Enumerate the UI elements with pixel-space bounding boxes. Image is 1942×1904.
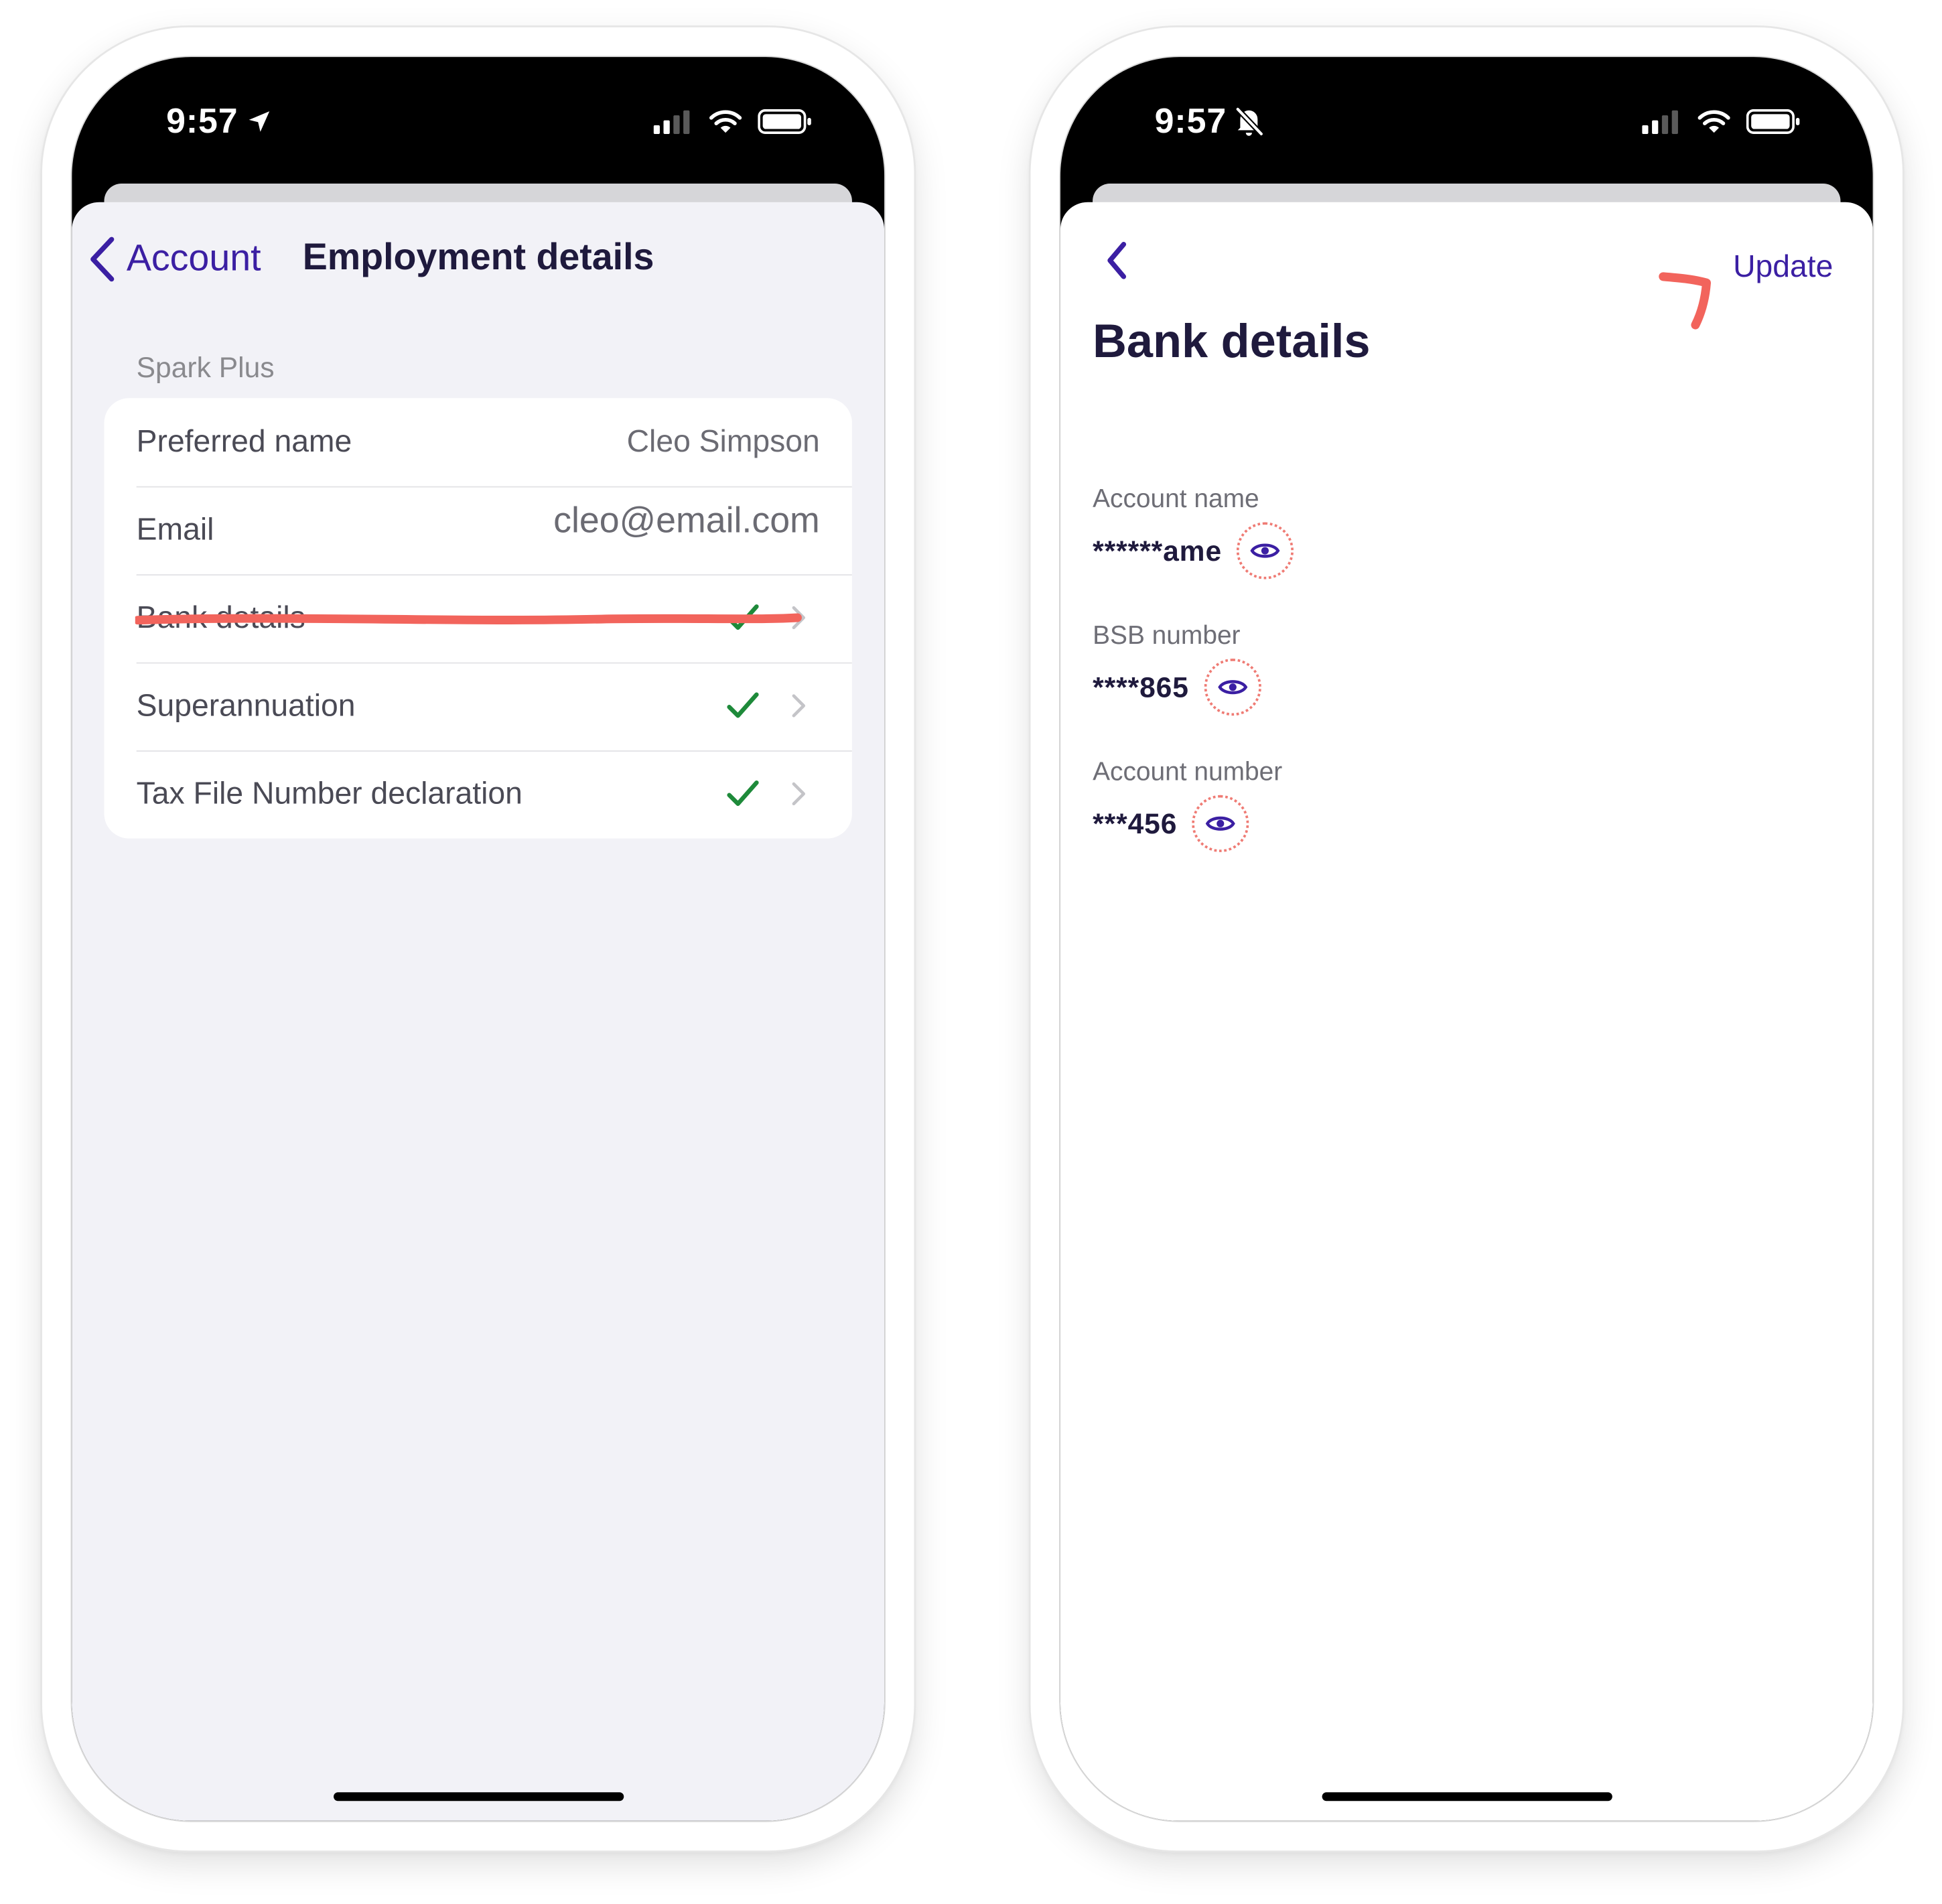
section-header: Spark Plus	[136, 350, 275, 384]
row-label: Preferred name	[136, 424, 352, 460]
row-email: Email cleo@email.com	[105, 486, 852, 574]
home-indicator[interactable]	[1321, 1792, 1612, 1801]
field-account-name: Account name ******ame	[1093, 485, 1294, 580]
back-button[interactable]: Account	[87, 234, 261, 284]
eye-icon	[1217, 680, 1247, 695]
page-title: Bank details	[1093, 316, 1371, 368]
page-title: Employment details	[302, 236, 654, 278]
arrow-annotation	[1659, 272, 1712, 330]
navigation-bar: Account Employment details	[72, 232, 884, 286]
row-label: Email	[136, 512, 214, 547]
reveal-account-name-button[interactable]	[1237, 522, 1294, 580]
battery-icon	[1746, 109, 1800, 134]
screen: 9:57	[72, 57, 885, 1821]
row-value: cleo@email.com	[553, 500, 820, 541]
eye-icon	[1250, 543, 1280, 558]
employment-sheet: Account Employment details Spark Plus Pr…	[72, 202, 885, 1821]
chevron-left-icon	[90, 236, 115, 282]
cellular-signal-icon	[653, 110, 690, 134]
phone-employment-details: 9:57 Account Employment details Spark Pl…	[42, 27, 914, 1851]
status-icons	[653, 109, 813, 134]
screen: 9:57	[1060, 57, 1873, 1821]
row-value: Cleo Simpson	[626, 424, 820, 460]
field-label: BSB number	[1093, 621, 1241, 651]
masked-value: ****865	[1093, 670, 1189, 703]
battery-icon	[758, 109, 811, 134]
reveal-account-number-button[interactable]	[1192, 795, 1249, 852]
field-bsb-number: BSB number ****865	[1093, 622, 1261, 716]
wifi-icon	[1697, 110, 1730, 133]
eye-icon	[1206, 816, 1236, 831]
chevron-right-icon	[792, 694, 806, 718]
comparison-stage: 9:57 Account Employment details Spark Pl…	[0, 0, 1942, 1904]
field-label: Account number	[1093, 758, 1283, 787]
phone-bank-details: 9:57 Update Bank details Account name **…	[1030, 27, 1903, 1851]
field-label: Account name	[1093, 484, 1259, 514]
chevron-right-icon	[792, 782, 806, 806]
field-line: ***456	[1093, 795, 1282, 852]
cellular-signal-icon	[1642, 110, 1678, 134]
status-time: 9:57	[166, 102, 273, 141]
highlight-underline-annotation	[135, 613, 802, 625]
checkmark-icon	[727, 692, 759, 718]
home-indicator[interactable]	[333, 1792, 624, 1801]
location-arrow-icon	[249, 111, 270, 132]
back-button[interactable]	[1103, 239, 1132, 281]
field-account-number: Account number ***456	[1093, 758, 1282, 852]
row-preferred-name: Preferred name Cleo Simpson	[105, 398, 852, 486]
checkmark-icon	[727, 780, 759, 806]
status-time: 9:57	[1155, 102, 1264, 141]
field-line: ****865	[1093, 659, 1261, 716]
update-button[interactable]: Update	[1733, 249, 1833, 285]
bank-details-sheet: Update Bank details Account name ******a…	[1060, 202, 1873, 1821]
row-superannuation[interactable]: Superannuation	[105, 662, 852, 750]
wifi-icon	[709, 110, 742, 133]
row-tax-file-number[interactable]: Tax File Number declaration	[105, 750, 852, 838]
field-line: ******ame	[1093, 522, 1294, 580]
row-label: Superannuation	[136, 688, 356, 724]
bell-slash-icon	[1235, 107, 1263, 136]
masked-value: ***456	[1093, 807, 1178, 839]
reveal-bsb-number-button[interactable]	[1204, 659, 1261, 716]
masked-value: ******ame	[1093, 534, 1223, 567]
row-label: Tax File Number declaration	[136, 776, 523, 811]
status-icons	[1642, 109, 1801, 134]
back-button-label: Account	[126, 238, 261, 279]
